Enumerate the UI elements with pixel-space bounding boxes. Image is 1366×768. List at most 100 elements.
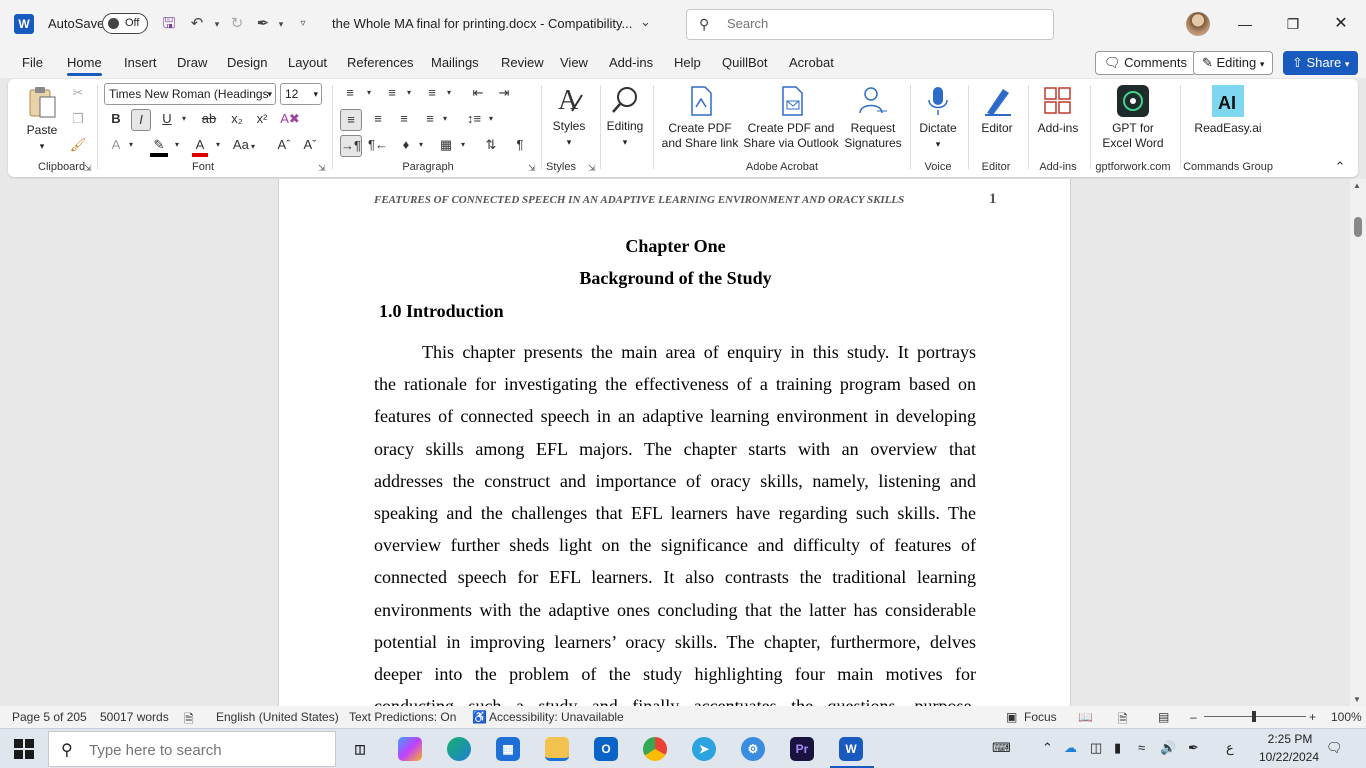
- premiere-icon[interactable]: Pr: [790, 737, 814, 761]
- tab-home[interactable]: Home: [67, 55, 102, 76]
- file-explorer-icon[interactable]: [545, 737, 569, 761]
- accessibility-status[interactable]: Accessibility: Unavailable: [489, 710, 624, 724]
- multilevel-dropdown-icon[interactable]: ▾: [444, 83, 454, 103]
- share-button[interactable]: ⇧ Share ▾: [1283, 51, 1359, 75]
- font-launcher-icon[interactable]: ⇲: [318, 163, 326, 174]
- volume-icon[interactable]: 🔊: [1160, 740, 1176, 756]
- edge-icon[interactable]: [447, 737, 471, 761]
- italic-icon[interactable]: I: [131, 109, 151, 131]
- app-icon[interactable]: ⚙: [741, 737, 765, 761]
- autosave-toggle[interactable]: Off: [102, 13, 148, 34]
- redo-icon[interactable]: ↻: [226, 13, 248, 35]
- web-layout-icon[interactable]: ▤: [1158, 710, 1169, 724]
- telegram-icon[interactable]: ➤: [692, 737, 716, 761]
- word-taskbar-icon[interactable]: W: [839, 737, 863, 761]
- font-color-icon[interactable]: A: [190, 135, 210, 157]
- search-input[interactable]: [727, 16, 1027, 31]
- show-hidden-icons-icon[interactable]: ⌃: [1042, 740, 1053, 756]
- decrease-indent-icon[interactable]: ⇤: [468, 83, 488, 103]
- highlight-icon[interactable]: ✎: [148, 135, 170, 157]
- close-icon[interactable]: ✕: [1318, 10, 1364, 38]
- document-page[interactable]: FEATURES OF CONNECTED SPEECH IN AN ADAPT…: [278, 179, 1071, 706]
- taskbar-search[interactable]: ⚲: [48, 731, 336, 767]
- search-box[interactable]: ⚲: [686, 9, 1054, 40]
- keyboard-icon[interactable]: ⌨: [992, 740, 1011, 756]
- editor-button[interactable]: Editor: [974, 85, 1020, 136]
- save-icon[interactable]: 🖫: [158, 13, 180, 35]
- tab-references[interactable]: References: [347, 55, 413, 70]
- gpt-for-excel-word-button[interactable]: GPT for Excel Word: [1094, 85, 1172, 151]
- text-effects-dropdown-icon[interactable]: ▾: [126, 135, 136, 155]
- shading-dropdown-icon[interactable]: ▾: [416, 135, 426, 155]
- underline-icon[interactable]: U: [158, 109, 176, 129]
- undo-dropdown-icon[interactable]: ▾: [206, 13, 228, 35]
- onedrive-icon[interactable]: ☁: [1064, 740, 1077, 756]
- notifications-icon[interactable]: 🗨: [1326, 740, 1343, 756]
- tab-add-ins[interactable]: Add-ins: [609, 55, 653, 70]
- tab-mailings[interactable]: Mailings: [431, 55, 479, 70]
- styles-launcher-icon[interactable]: ⇲: [588, 163, 596, 174]
- clock-time[interactable]: 2:25 PM: [1262, 732, 1318, 746]
- chrome-icon[interactable]: [643, 737, 667, 761]
- increase-indent-icon[interactable]: ⇥: [494, 83, 514, 103]
- bullets-dropdown-icon[interactable]: ▾: [364, 83, 374, 103]
- clock-date[interactable]: 10/22/2024: [1256, 750, 1322, 764]
- device-icon[interactable]: ◫: [1090, 740, 1102, 756]
- clear-formatting-icon[interactable]: A✖: [280, 109, 300, 129]
- align-center-icon[interactable]: ≡: [368, 109, 388, 129]
- bold-icon[interactable]: B: [106, 109, 126, 129]
- create-pdf-share-link-button[interactable]: Create PDF and Share link: [660, 85, 740, 151]
- request-signatures-button[interactable]: Request Signatures: [842, 85, 904, 151]
- numbering-icon[interactable]: ≡: [382, 83, 402, 103]
- windows-start-icon[interactable]: [14, 739, 34, 759]
- scroll-thumb[interactable]: [1354, 217, 1362, 237]
- outlook-icon[interactable]: O: [594, 737, 618, 761]
- readeasy-button[interactable]: AI ReadEasy.ai: [1188, 85, 1268, 136]
- clipboard-launcher-icon[interactable]: ⇲: [84, 163, 92, 174]
- battery-icon[interactable]: ▮: [1114, 740, 1121, 756]
- sort-icon[interactable]: ⇅: [480, 135, 502, 155]
- comments-button[interactable]: 🗨 Comments: [1095, 51, 1196, 75]
- read-mode-icon[interactable]: 📖: [1078, 710, 1093, 724]
- cut-icon[interactable]: ✂: [68, 83, 88, 103]
- text-effects-icon[interactable]: A: [106, 135, 126, 155]
- justify-dropdown-icon[interactable]: ▾: [440, 109, 450, 129]
- scroll-up-icon[interactable]: ▲: [1353, 181, 1361, 190]
- find-editing-button[interactable]: Editing ▾: [604, 85, 646, 150]
- zoom-slider-thumb[interactable]: [1252, 711, 1256, 722]
- customize-qat-icon[interactable]: ▿: [292, 13, 314, 35]
- pen-icon[interactable]: ✒: [1188, 740, 1199, 756]
- collapse-ribbon-icon[interactable]: ⌃: [1332, 157, 1348, 177]
- word-count[interactable]: 50017 words: [100, 710, 169, 724]
- add-ins-button[interactable]: Add-ins: [1032, 85, 1084, 136]
- focus-label[interactable]: Focus: [1024, 710, 1057, 724]
- zoom-out-icon[interactable]: –: [1190, 710, 1197, 724]
- editing-mode-button[interactable]: ✎ Editing ▾: [1193, 51, 1274, 75]
- taskbar-search-input[interactable]: [89, 742, 289, 759]
- task-view-icon[interactable]: ◫: [348, 737, 372, 761]
- shading-icon[interactable]: ♦: [396, 135, 416, 155]
- tab-design[interactable]: Design: [227, 55, 267, 70]
- tab-file[interactable]: File: [22, 55, 43, 70]
- font-size-select[interactable]: 12 ▾: [280, 83, 322, 105]
- vertical-scrollbar[interactable]: ▲ ▼: [1350, 179, 1366, 706]
- tab-quillbot[interactable]: QuillBot: [722, 55, 768, 70]
- text-predictions-status[interactable]: Text Predictions: On: [349, 710, 456, 724]
- align-left-icon[interactable]: ≡: [340, 109, 362, 131]
- tab-view[interactable]: View: [560, 55, 588, 70]
- tab-help[interactable]: Help: [674, 55, 701, 70]
- zoom-slider[interactable]: [1204, 711, 1306, 722]
- tab-insert[interactable]: Insert: [124, 55, 157, 70]
- line-spacing-icon[interactable]: ↕≡: [464, 109, 484, 129]
- chevron-down-icon[interactable]: ⌄: [640, 14, 651, 30]
- copilot-icon[interactable]: [398, 737, 422, 761]
- format-painter-icon[interactable]: 🖌: [68, 135, 88, 155]
- bullets-icon[interactable]: ≡: [340, 83, 360, 103]
- language-status[interactable]: English (United States): [216, 710, 339, 724]
- focus-icon[interactable]: ▣: [1006, 710, 1017, 724]
- store-icon[interactable]: ▦: [496, 737, 520, 761]
- superscript-icon[interactable]: x²: [253, 109, 271, 129]
- draw-dropdown-icon[interactable]: ▾: [270, 13, 292, 35]
- scroll-down-icon[interactable]: ▼: [1353, 695, 1361, 704]
- minimize-icon[interactable]: —: [1222, 10, 1268, 38]
